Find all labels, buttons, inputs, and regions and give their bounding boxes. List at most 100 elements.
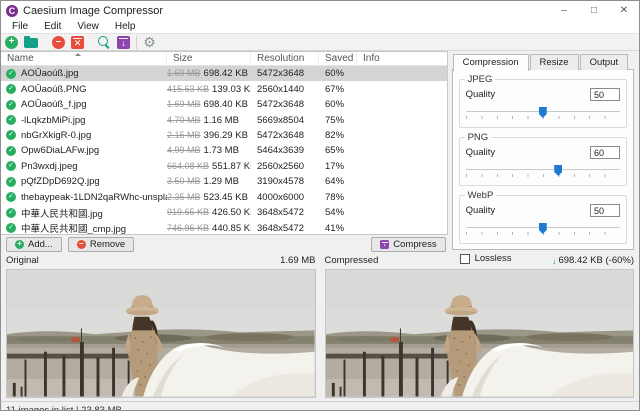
file-name: thebaypeak-1LDN2qaRWhc-unsplash.jpg: [21, 192, 167, 203]
table-row[interactable]: ✓中華人民共和國.jpg919.65 KB426.50 KB3648x54725…: [1, 205, 447, 220]
tab-compression[interactable]: Compression: [453, 54, 529, 71]
file-saved-percent: 54%: [319, 207, 357, 218]
minimize-button[interactable]: –: [549, 1, 579, 20]
remove-button[interactable]: – Remove: [68, 237, 134, 252]
menu-help[interactable]: Help: [107, 21, 144, 32]
status-check-icon: ✓: [6, 100, 16, 110]
status-check-icon: ✓: [6, 69, 16, 79]
tab-output[interactable]: Output: [580, 54, 629, 70]
file-size: 2.35 MB523.45 KB: [167, 192, 251, 203]
menu-file[interactable]: File: [4, 21, 36, 32]
original-label: Original: [6, 255, 39, 266]
file-resolution: 3648x5472: [251, 207, 319, 218]
file-saved-percent: 60%: [319, 68, 357, 79]
file-resolution: 2560x1440: [251, 84, 319, 95]
file-size: 4.99 MB1.73 MB: [167, 145, 251, 156]
status-text: 11 images in list | 23.83 MB: [6, 405, 122, 411]
list-action-bar: + Add... – Remove ↓ Compress: [1, 235, 448, 254]
add-icon[interactable]: +: [5, 36, 18, 49]
status-check-icon: ✓: [6, 177, 16, 187]
compress-button[interactable]: ↓ Compress: [371, 237, 445, 252]
file-size: 3.50 MB1.29 MB: [167, 176, 251, 187]
jpeg-group-title: JPEG: [465, 74, 496, 85]
table-row[interactable]: ✓中華人民共和國_cmp.jpg746.96 KB440.85 KB3648x5…: [1, 220, 447, 235]
settings-tabs: Compression Resize Output: [453, 54, 634, 70]
tab-resize[interactable]: Resize: [530, 54, 579, 70]
table-row[interactable]: ✓Pn3wxdj.jpeg664.08 KB551.87 KB2560x2560…: [1, 159, 447, 174]
file-saved-percent: 60%: [319, 99, 357, 110]
file-size: 415.63 KB139.03 KB: [167, 84, 251, 95]
file-saved-percent: 65%: [319, 145, 357, 156]
settings-gear-icon[interactable]: ⚙: [143, 36, 156, 49]
file-saved-percent: 78%: [319, 192, 357, 203]
window-title: Caesium Image Compressor: [23, 5, 549, 17]
status-check-icon: ✓: [6, 192, 16, 202]
webp-quality-slider[interactable]: [466, 223, 620, 235]
title-bar: C Caesium Image Compressor – □ ✕: [1, 1, 639, 20]
table-row[interactable]: ✓AOÛaoúß_f.jpg1.69 MB698.40 KB5472x36486…: [1, 97, 447, 112]
remove-icon[interactable]: –: [52, 36, 65, 49]
png-quality-slider[interactable]: [466, 165, 620, 177]
table-row[interactable]: ✓ thebaypeak-1LDN2qaRWhc-unsplash.jpg2.35…: [1, 190, 447, 205]
maximize-button[interactable]: □: [579, 1, 609, 20]
column-header-size[interactable]: Size: [167, 52, 251, 65]
file-name: pQfZDpD692Q.jpg: [21, 176, 100, 187]
preview-icon[interactable]: [98, 36, 111, 49]
file-list: Name Size Resolution Saved Info ✓AOÛaoúß…: [1, 51, 448, 235]
webp-quality-spinbox[interactable]: 50: [590, 204, 620, 217]
column-header-resolution[interactable]: Resolution: [251, 52, 319, 65]
webp-group-title: WebP: [465, 190, 497, 201]
table-row[interactable]: ✓ pQfZDpD692Q.jpg 3.50 MB1.29 MB3190x45786…: [1, 174, 447, 189]
file-size: 4.70 MB1.16 MB: [167, 115, 251, 126]
status-check-icon: ✓: [6, 208, 16, 218]
file-name: nbGrXkigR-0.jpg: [21, 130, 91, 141]
menu-edit[interactable]: Edit: [36, 21, 69, 32]
original-preview[interactable]: [6, 269, 316, 398]
file-saved-percent: 41%: [319, 223, 357, 234]
webp-quality-label: Quality: [466, 205, 496, 216]
file-resolution: 5472x3648: [251, 99, 319, 110]
table-row[interactable]: ✓ Opw6DiaLAFw.jpg 4.99 MB1.73 MB5464x36396…: [1, 143, 447, 158]
compressed-preview[interactable]: [325, 269, 635, 398]
clear-list-icon[interactable]: ✕: [71, 36, 84, 49]
compress-icon[interactable]: ↓: [117, 36, 130, 49]
toolbar: + – ✕ ↓ ⚙: [1, 33, 639, 51]
column-header-name[interactable]: Name: [1, 52, 167, 65]
png-quality-spinbox[interactable]: 60: [590, 146, 620, 159]
table-header: Name Size Resolution Saved Info: [1, 52, 447, 66]
table-row[interactable]: ✓-lLqkzbMiPi.jpg4.70 MB1.16 MB5669x85047…: [1, 112, 447, 127]
status-check-icon: ✓: [6, 146, 16, 156]
jpeg-quality-slider[interactable]: [466, 107, 620, 119]
compressed-label: Compressed: [325, 255, 379, 266]
file-resolution: 5669x8504: [251, 115, 319, 126]
file-size: 1.69 MB698.42 KB: [167, 68, 251, 79]
status-check-icon: ✓: [6, 130, 16, 140]
file-resolution: 3190x4578: [251, 176, 319, 187]
file-name: Opw6DiaLAFw.jpg: [21, 145, 99, 156]
file-size: 1.69 MB698.40 KB: [167, 99, 251, 110]
status-check-icon: ✓: [6, 161, 16, 171]
file-resolution: 5464x3639: [251, 145, 319, 156]
column-header-saved[interactable]: Saved: [319, 52, 357, 65]
add-button[interactable]: + Add...: [6, 237, 62, 252]
table-row[interactable]: ✓ nbGrXkigR-0.jpg 2.15 MB396.29 KB5472x364…: [1, 128, 447, 143]
file-resolution: 5472x3648: [251, 130, 319, 141]
jpeg-quality-spinbox[interactable]: 50: [590, 88, 620, 101]
file-name: AOÛaoúß.PNG: [21, 84, 86, 95]
table-row[interactable]: ✓ AOÛaoúß.PNG 415.63 KB139.03 KB2560x14406…: [1, 81, 447, 96]
menu-view[interactable]: View: [69, 21, 107, 32]
compress-icon: ↓: [380, 240, 389, 249]
status-check-icon: ✓: [6, 84, 16, 94]
column-header-info[interactable]: Info: [357, 52, 447, 65]
file-saved-percent: 64%: [319, 176, 357, 187]
file-size: 2.15 MB396.29 KB: [167, 130, 251, 141]
size-decrease-icon: ↓: [552, 256, 557, 266]
close-button[interactable]: ✕: [609, 1, 639, 20]
table-row[interactable]: ✓AOÛaoúß.jpg1.69 MB698.42 KB5472x364860%: [1, 66, 447, 81]
open-folder-icon[interactable]: [24, 38, 38, 48]
file-name: Pn3wxdj.jpeg: [21, 161, 78, 172]
file-saved-percent: 67%: [319, 84, 357, 95]
app-logo-icon: C: [6, 5, 18, 17]
app-window: C Caesium Image Compressor – □ ✕ File Ed…: [0, 0, 640, 411]
settings-panel: Compression Resize Output JPEG Quality 5…: [448, 51, 639, 254]
